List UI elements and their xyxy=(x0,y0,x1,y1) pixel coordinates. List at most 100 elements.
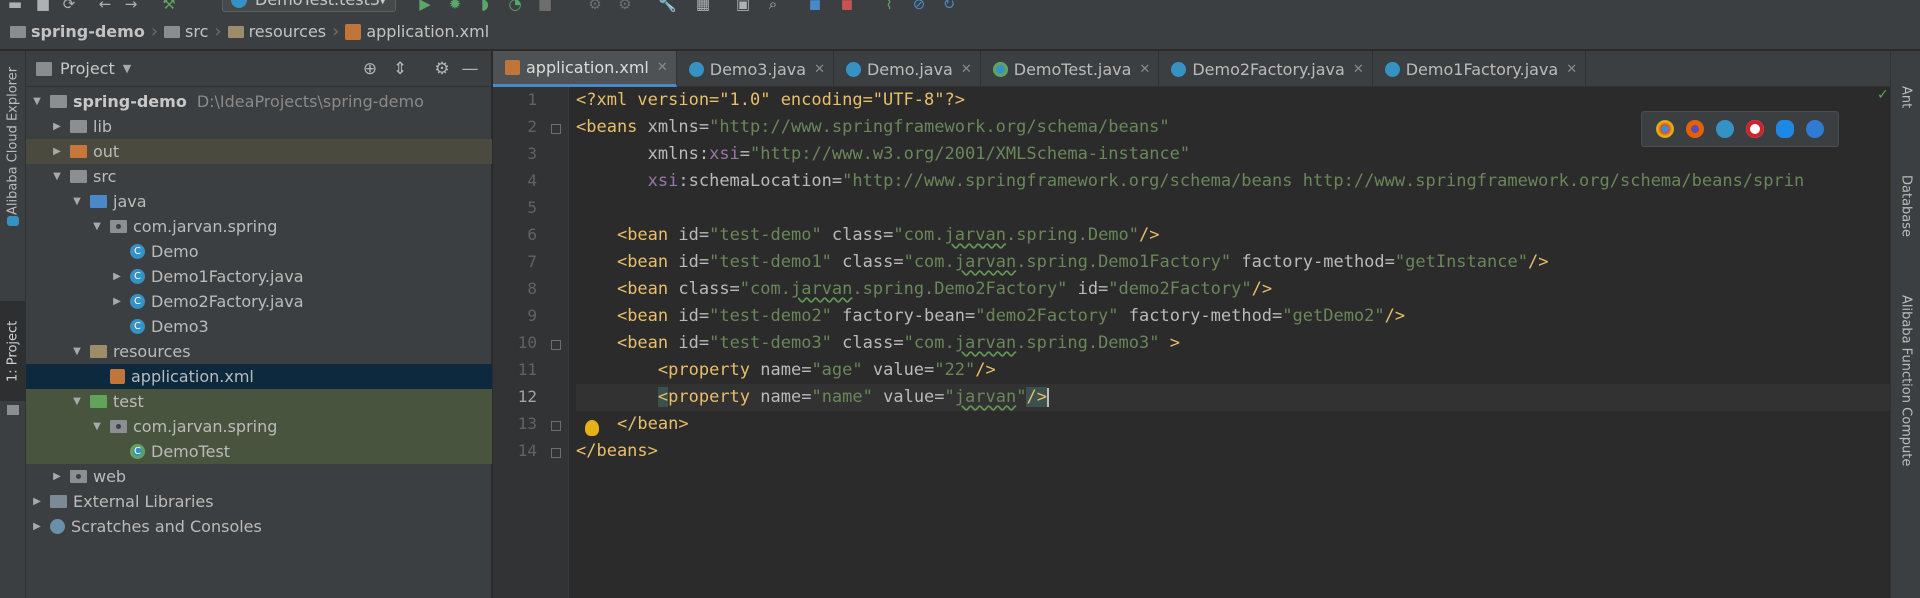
code-line-9: <bean id="test-demo2" factory-bean="demo… xyxy=(616,306,1406,326)
run-config-dropdown[interactable]: DemoTest.test3 ▼ xyxy=(222,0,396,12)
tree-item-package[interactable]: ▼ com.jarvan.spring xyxy=(26,214,492,239)
fold-marker-icon[interactable] xyxy=(551,421,561,431)
tree-item-demo3[interactable]: C Demo3 xyxy=(26,314,492,339)
safari-icon[interactable] xyxy=(1716,120,1734,138)
tree-item-resources[interactable]: ▼ resources xyxy=(26,339,492,364)
collapsed-arrow-icon[interactable]: ▶ xyxy=(50,121,64,132)
collapsed-arrow-icon[interactable]: ▶ xyxy=(50,146,64,157)
close-icon[interactable]: ✕ xyxy=(814,62,825,77)
sync-alt-icon[interactable]: ↻ xyxy=(940,0,958,12)
folder-icon xyxy=(70,120,87,133)
close-icon[interactable]: ✕ xyxy=(1353,62,1364,77)
structure-icon[interactable]: ▦ xyxy=(694,0,712,12)
xml-attr: xmlns= xyxy=(637,117,710,137)
expanded-arrow-icon[interactable]: ▼ xyxy=(70,196,84,207)
tree-item-demotest[interactable]: C DemoTest xyxy=(26,439,492,464)
run-icon[interactable]: ▶ xyxy=(416,0,434,12)
close-icon[interactable]: ✕ xyxy=(1566,62,1577,77)
collapsed-arrow-icon[interactable]: ▶ xyxy=(110,296,124,307)
tree-item-application-xml[interactable]: application.xml xyxy=(26,364,492,389)
block-icon[interactable]: ⊘ xyxy=(910,0,928,12)
project-view-selector[interactable]: Project xyxy=(60,59,115,78)
close-icon[interactable]: ✕ xyxy=(1139,62,1150,77)
collapsed-arrow-icon[interactable]: ▶ xyxy=(30,496,44,507)
fold-marker-icon[interactable] xyxy=(551,124,561,134)
translate-alt-icon[interactable]: ◼ xyxy=(838,0,856,12)
chevron-right-icon: › xyxy=(214,21,222,42)
expanded-arrow-icon[interactable]: ▼ xyxy=(70,346,84,357)
tree-item-demo[interactable]: C Demo xyxy=(26,239,492,264)
collapse-all-icon[interactable]: ⇕ xyxy=(390,59,410,79)
back-icon[interactable]: ← xyxy=(96,0,114,12)
tab-application-xml[interactable]: application.xml ✕ xyxy=(493,51,677,87)
close-icon[interactable]: ✕ xyxy=(961,62,972,77)
edge-icon[interactable] xyxy=(1806,120,1824,138)
tree-item-demo1factory[interactable]: ▶ C Demo1Factory.java xyxy=(26,264,492,289)
debug-icon[interactable]: ✹ xyxy=(446,0,464,12)
expanded-arrow-icon[interactable]: ▼ xyxy=(50,171,64,182)
expanded-arrow-icon[interactable]: ▼ xyxy=(90,421,104,432)
breadcrumb-resources[interactable]: resources › xyxy=(227,21,339,42)
fold-marker-icon[interactable] xyxy=(551,340,561,350)
tree-item-external-libraries[interactable]: ▶ External Libraries xyxy=(26,489,492,514)
settings-icon[interactable]: 🔧 xyxy=(658,0,677,12)
firefox-icon[interactable] xyxy=(1686,120,1704,138)
close-icon[interactable]: ✕ xyxy=(657,60,668,75)
tree-item-test-package[interactable]: ▼ com.jarvan.spring xyxy=(26,414,492,439)
save-icon[interactable]: ■ xyxy=(34,0,52,12)
profile-icon[interactable]: ◔ xyxy=(506,0,524,12)
expanded-arrow-icon[interactable]: ▼ xyxy=(90,221,104,232)
expanded-arrow-icon[interactable]: ▼ xyxy=(30,96,44,107)
ie-icon[interactable] xyxy=(1776,120,1794,138)
build-icon[interactable]: ⚒ xyxy=(160,0,178,12)
forward-icon[interactable]: → xyxy=(122,0,140,12)
terminal-icon[interactable]: ▣ xyxy=(734,0,752,12)
tab-label: Demo.java xyxy=(866,59,953,79)
tree-item-scratches[interactable]: ▶ Scratches and Consoles xyxy=(26,514,492,539)
code-area[interactable]: <?xml version="1.0" encoding="UTF-8"?> <… xyxy=(576,87,1890,598)
tree-item-out[interactable]: ▶ out xyxy=(26,139,492,164)
tree-item-lib[interactable]: ▶ lib xyxy=(26,114,492,139)
tree-item-spring-demo[interactable]: ▼ spring-demo D:\IdeaProjects\spring-dem… xyxy=(26,89,492,114)
tab-database[interactable]: Database xyxy=(1891,151,1920,261)
tree-item-java[interactable]: ▼ java xyxy=(26,189,492,214)
chrome-icon[interactable] xyxy=(1656,120,1674,138)
tab-demotest-java[interactable]: DemoTest.java ✕ xyxy=(981,51,1160,87)
breadcrumb-file[interactable]: application.xml xyxy=(345,22,489,41)
translate-icon[interactable]: ◼ xyxy=(806,0,824,12)
stop-icon[interactable]: ■ xyxy=(536,0,554,12)
fold-marker-icon[interactable] xyxy=(551,448,561,458)
coverage-icon[interactable]: ◗ xyxy=(476,0,494,12)
tab-demo-java[interactable]: Demo.java ✕ xyxy=(834,51,981,87)
open-icon[interactable]: ▬ xyxy=(6,0,24,12)
tab-ant[interactable]: Ant xyxy=(1891,77,1920,117)
collapsed-arrow-icon[interactable]: ▶ xyxy=(110,271,124,282)
tree-item-web[interactable]: ▶ web xyxy=(26,464,492,489)
attach-alt-icon[interactable]: ⚙ xyxy=(616,0,634,12)
expanded-arrow-icon[interactable]: ▼ xyxy=(70,396,84,407)
sync-icon[interactable]: ⟳ xyxy=(60,0,78,12)
inspection-ok-icon[interactable]: ✓ xyxy=(1877,87,1889,103)
chevron-down-icon[interactable]: ▼ xyxy=(123,62,131,75)
collapsed-arrow-icon[interactable]: ▶ xyxy=(50,471,64,482)
tab-demo1factory-java[interactable]: Demo1Factory.java ✕ xyxy=(1373,51,1587,87)
tree-item-src[interactable]: ▼ src xyxy=(26,164,492,189)
tab-alibaba-function-compute[interactable]: Alibaba Function Compute xyxy=(1891,271,1920,491)
tab-demo3-java[interactable]: Demo3.java ✕ xyxy=(677,51,834,87)
tree-item-test[interactable]: ▼ test xyxy=(26,389,492,414)
tab-alibaba-cloud-explorer[interactable]: Alibaba Cloud Explorer xyxy=(0,61,26,221)
breadcrumb-src[interactable]: src › xyxy=(164,21,222,42)
attach-icon[interactable]: ⚙ xyxy=(586,0,604,12)
line-number-gutter[interactable]: 1 2 3 4 5 6 7 8 9 10 11 12 13 14 xyxy=(493,87,569,598)
opera-icon[interactable] xyxy=(1746,120,1764,138)
stats-icon[interactable]: ⌇ xyxy=(880,0,898,12)
hide-icon[interactable]: — xyxy=(460,59,480,79)
tab-project[interactable]: 1: Project xyxy=(0,301,26,401)
gear-icon[interactable]: ⚙ xyxy=(432,59,452,79)
tree-item-demo2factory[interactable]: ▶ C Demo2Factory.java xyxy=(26,289,492,314)
breadcrumb-project[interactable]: spring-demo › xyxy=(10,21,158,42)
collapsed-arrow-icon[interactable]: ▶ xyxy=(30,521,44,532)
locate-icon[interactable]: ⊕ xyxy=(360,59,380,79)
search-icon[interactable]: ⌕ xyxy=(764,0,782,12)
tab-demo2factory-java[interactable]: Demo2Factory.java ✕ xyxy=(1159,51,1373,87)
